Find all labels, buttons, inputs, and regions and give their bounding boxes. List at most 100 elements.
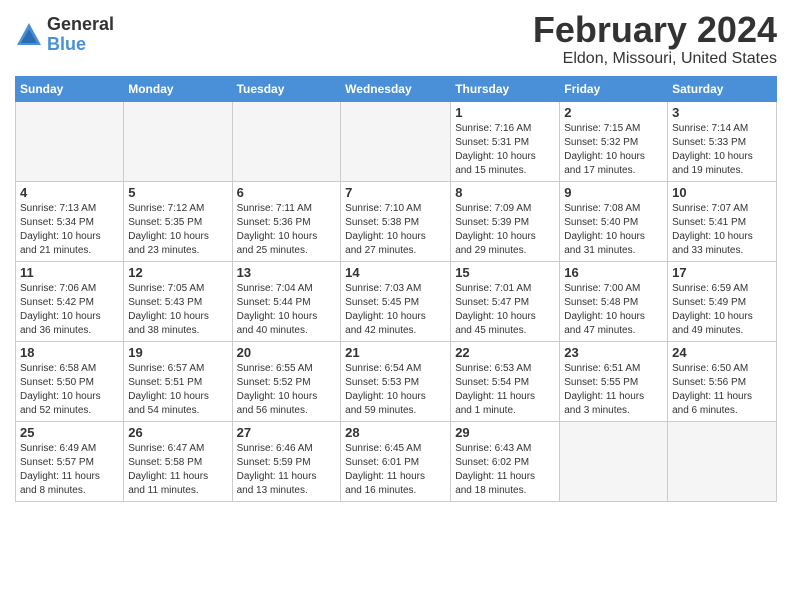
day-info: Sunrise: 6:58 AMSunset: 5:50 PMDaylight:… [20,362,119,418]
day-number: 23 [564,345,663,360]
day-info: Sunrise: 7:08 AMSunset: 5:40 PMDaylight:… [564,202,663,258]
day-number: 24 [672,345,772,360]
day-info: Sunrise: 6:49 AMSunset: 5:57 PMDaylight:… [20,442,119,498]
day-info: Sunrise: 6:46 AMSunset: 5:59 PMDaylight:… [237,442,337,498]
day-info: Sunrise: 7:10 AMSunset: 5:38 PMDaylight:… [345,202,446,258]
day-info: Sunrise: 6:59 AMSunset: 5:49 PMDaylight:… [672,282,772,338]
day-info: Sunrise: 7:07 AMSunset: 5:41 PMDaylight:… [672,202,772,258]
day-info: Sunrise: 7:14 AMSunset: 5:33 PMDaylight:… [672,122,772,178]
calendar-table: Sunday Monday Tuesday Wednesday Thursday… [15,76,777,502]
table-row: 18 Sunrise: 6:58 AMSunset: 5:50 PMDayligh… [16,341,124,421]
day-number: 13 [237,265,337,280]
day-number: 11 [20,265,119,280]
day-number: 9 [564,185,663,200]
day-number: 22 [455,345,555,360]
col-thursday: Thursday [451,76,560,101]
day-number: 28 [345,425,446,440]
table-row: 17 Sunrise: 6:59 AMSunset: 5:49 PMDayligh… [668,261,777,341]
table-row: 4 Sunrise: 7:13 AMSunset: 5:34 PMDaylight… [16,181,124,261]
table-row: 19 Sunrise: 6:57 AMSunset: 5:51 PMDayligh… [124,341,232,421]
table-row: 15 Sunrise: 7:01 AMSunset: 5:47 PMDayligh… [451,261,560,341]
table-row: 22Sunrise: 6:53 AMSunset: 5:54 PMDayligh… [451,341,560,421]
table-row: 6 Sunrise: 7:11 AMSunset: 5:36 PMDaylight… [232,181,341,261]
col-sunday: Sunday [16,76,124,101]
day-info: Sunrise: 7:11 AMSunset: 5:36 PMDaylight:… [237,202,337,258]
table-row: 29 Sunrise: 6:43 AMSunset: 6:02 PMDayligh… [451,421,560,501]
calendar-week-2: 4 Sunrise: 7:13 AMSunset: 5:34 PMDaylight… [16,181,777,261]
day-info: Sunrise: 6:54 AMSunset: 5:53 PMDaylight:… [345,362,446,418]
day-number: 15 [455,265,555,280]
day-number: 29 [455,425,555,440]
table-row: 12 Sunrise: 7:05 AMSunset: 5:43 PMDayligh… [124,261,232,341]
day-number: 6 [237,185,337,200]
day-info: Sunrise: 7:09 AMSunset: 5:39 PMDaylight:… [455,202,555,258]
table-row: 26 Sunrise: 6:47 AMSunset: 5:58 PMDayligh… [124,421,232,501]
day-number: 10 [672,185,772,200]
table-row [16,101,124,181]
day-info: Sunrise: 6:51 AMSunset: 5:55 PMDaylight:… [564,362,663,418]
day-info: Sunrise: 7:01 AMSunset: 5:47 PMDaylight:… [455,282,555,338]
day-number: 27 [237,425,337,440]
day-number: 3 [672,105,772,120]
day-number: 18 [20,345,119,360]
table-row: 28 Sunrise: 6:45 AMSunset: 6:01 PMDayligh… [341,421,451,501]
day-info: Sunrise: 7:06 AMSunset: 5:42 PMDaylight:… [20,282,119,338]
day-info: Sunrise: 6:45 AMSunset: 6:01 PMDaylight:… [345,442,446,498]
day-number: 2 [564,105,663,120]
calendar-week-5: 25 Sunrise: 6:49 AMSunset: 5:57 PMDayligh… [16,421,777,501]
table-row [560,421,668,501]
logo: General Blue [15,15,114,55]
day-info: Sunrise: 7:03 AMSunset: 5:45 PMDaylight:… [345,282,446,338]
day-info: Sunrise: 7:15 AMSunset: 5:32 PMDaylight:… [564,122,663,178]
table-row: 5 Sunrise: 7:12 AMSunset: 5:35 PMDaylight… [124,181,232,261]
day-number: 14 [345,265,446,280]
day-info: Sunrise: 6:47 AMSunset: 5:58 PMDaylight:… [128,442,227,498]
day-info: Sunrise: 6:50 AMSunset: 5:56 PMDaylight:… [672,362,772,418]
page-container: General Blue February 2024 Eldon, Missou… [0,0,792,507]
day-number: 8 [455,185,555,200]
table-row [124,101,232,181]
day-info: Sunrise: 7:05 AMSunset: 5:43 PMDaylight:… [128,282,227,338]
table-row: 8 Sunrise: 7:09 AMSunset: 5:39 PMDaylight… [451,181,560,261]
table-row [232,101,341,181]
calendar-header-row: Sunday Monday Tuesday Wednesday Thursday… [16,76,777,101]
day-info: Sunrise: 7:13 AMSunset: 5:34 PMDaylight:… [20,202,119,258]
month-title: February 2024 [533,10,777,50]
table-row: 1 Sunrise: 7:16 AMSunset: 5:31 PMDaylight… [451,101,560,181]
col-tuesday: Tuesday [232,76,341,101]
day-number: 21 [345,345,446,360]
day-number: 4 [20,185,119,200]
header-area: General Blue February 2024 Eldon, Missou… [15,10,777,68]
day-number: 5 [128,185,227,200]
logo-icon [15,21,43,49]
table-row: 16Sunrise: 7:00 AMSunset: 5:48 PMDayligh… [560,261,668,341]
logo-text: General Blue [47,15,114,55]
calendar-week-3: 11 Sunrise: 7:06 AMSunset: 5:42 PMDayligh… [16,261,777,341]
logo-general-label: General [47,15,114,35]
day-number: 12 [128,265,227,280]
day-info: Sunrise: 7:00 AMSunset: 5:48 PMDaylight:… [564,282,663,338]
day-number: 19 [128,345,227,360]
table-row: 24 Sunrise: 6:50 AMSunset: 5:56 PMDayligh… [668,341,777,421]
table-row: 9 Sunrise: 7:08 AMSunset: 5:40 PMDaylight… [560,181,668,261]
table-row: 11 Sunrise: 7:06 AMSunset: 5:42 PMDayligh… [16,261,124,341]
table-row: 7 Sunrise: 7:10 AMSunset: 5:38 PMDaylight… [341,181,451,261]
table-row: 14 Sunrise: 7:03 AMSunset: 5:45 PMDayligh… [341,261,451,341]
day-info: Sunrise: 6:57 AMSunset: 5:51 PMDaylight:… [128,362,227,418]
day-number: 17 [672,265,772,280]
calendar-week-1: 1 Sunrise: 7:16 AMSunset: 5:31 PMDaylight… [16,101,777,181]
day-info: Sunrise: 7:04 AMSunset: 5:44 PMDaylight:… [237,282,337,338]
day-info: Sunrise: 7:16 AMSunset: 5:31 PMDaylight:… [455,122,555,178]
day-info: Sunrise: 6:43 AMSunset: 6:02 PMDaylight:… [455,442,555,498]
table-row: 21 Sunrise: 6:54 AMSunset: 5:53 PMDayligh… [341,341,451,421]
day-number: 20 [237,345,337,360]
col-wednesday: Wednesday [341,76,451,101]
table-row: 10 Sunrise: 7:07 AMSunset: 5:41 PMDayligh… [668,181,777,261]
day-number: 26 [128,425,227,440]
day-number: 1 [455,105,555,120]
day-number: 7 [345,185,446,200]
col-saturday: Saturday [668,76,777,101]
day-number: 25 [20,425,119,440]
day-info: Sunrise: 7:12 AMSunset: 5:35 PMDaylight:… [128,202,227,258]
title-area: February 2024 Eldon, Missouri, United St… [533,10,777,68]
